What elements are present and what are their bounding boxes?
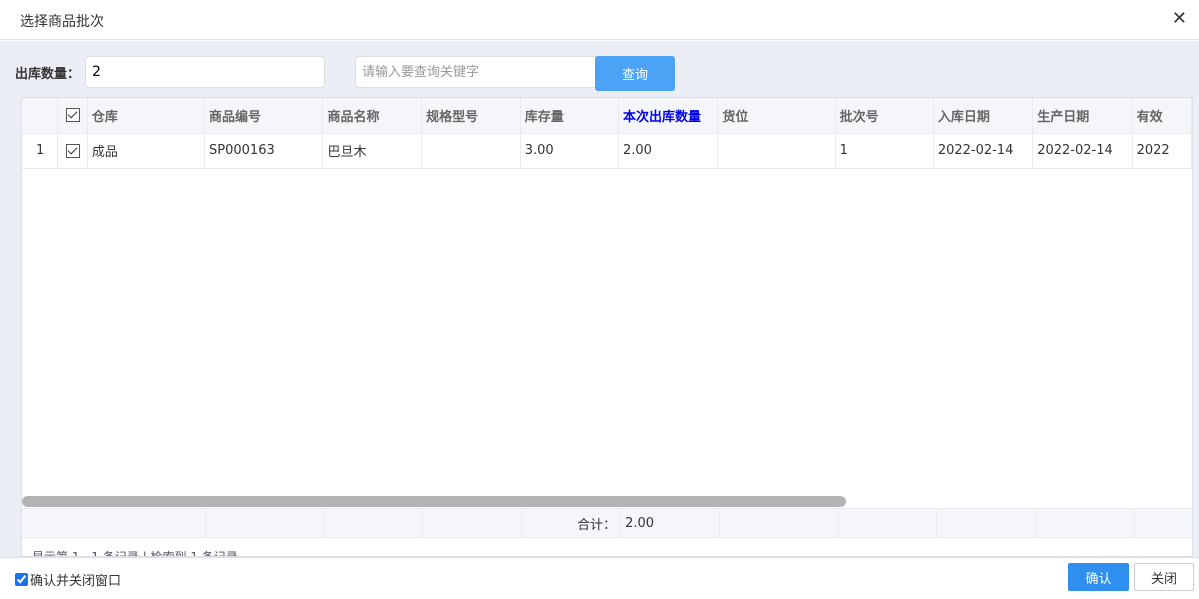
close-button[interactable]: 关闭 [1134,563,1194,591]
sum-value: 2.00 [620,509,721,538]
row-number: 1 [22,133,59,169]
rownum-header [22,98,59,134]
col-location[interactable]: 货位 [717,98,836,134]
cell-expiry: 2022 [1132,133,1192,169]
col-product-name[interactable]: 商品名称 [322,98,423,134]
cell-batch-no: 1 [835,133,934,169]
summary-row: 合计： 2.00 [22,508,1192,538]
cell-product-name: 巴旦木 [322,133,423,169]
row-checkbox[interactable] [57,133,88,169]
col-warehouse[interactable]: 仓库 [87,98,206,134]
header-row: 仓库 商品编号 商品名称 规格型号 库存量 本次出库数量 货位 批次号 入库日期… [22,98,1192,134]
col-production-date[interactable]: 生产日期 [1032,98,1133,134]
confirm-button[interactable]: 确认 [1068,563,1129,591]
query-button[interactable]: 查询 [595,56,675,91]
confirm-and-close-checkbox[interactable] [15,573,28,586]
outbound-qty-input[interactable] [85,56,325,88]
cell-product-code: SP000163 [204,133,324,169]
dialog-titlebar: 选择商品批次 ✕ [0,0,1199,40]
cell-outbound-qty[interactable]: 2.00 [618,133,719,169]
table-row[interactable]: 1 成品 SP000163 巴旦木 3.00 2.00 1 2022-02-14… [22,133,1192,169]
outbound-qty-label: 出库数量： [15,67,81,82]
col-inbound-date[interactable]: 入库日期 [933,98,1034,134]
select-all-checkbox[interactable] [57,98,88,134]
cell-inbound-date: 2022-02-14 [933,133,1034,169]
col-spec[interactable]: 规格型号 [421,98,521,134]
col-stock[interactable]: 库存量 [520,98,619,134]
col-expiry[interactable]: 有效 [1132,98,1192,134]
confirm-and-close-option[interactable]: 确认并关闭窗口 [15,570,121,589]
sum-label: 合计： [521,509,622,538]
cell-production-date: 2022-02-14 [1032,133,1133,169]
dialog-title: 选择商品批次 [20,14,104,30]
horizontal-scrollbar[interactable] [22,496,846,507]
cell-spec [421,133,521,169]
keyword-search-input[interactable] [355,56,597,88]
col-outbound-qty[interactable]: 本次出库数量 [618,98,719,134]
cell-stock: 3.00 [520,133,619,169]
cell-warehouse: 成品 [87,133,206,169]
pager-info: 显示第 1 - 1 条记录 | 检索到 1 条记录 [32,550,238,557]
dialog-footer: 确认并关闭窗口 确认 关闭 [0,557,1199,599]
close-icon[interactable]: ✕ [1172,8,1187,29]
col-product-code[interactable]: 商品编号 [204,98,324,134]
batch-grid: 仓库 商品编号 商品名称 规格型号 库存量 本次出库数量 货位 批次号 入库日期… [21,97,1193,557]
batch-table: 仓库 商品编号 商品名称 规格型号 库存量 本次出库数量 货位 批次号 入库日期… [22,98,1192,169]
confirm-and-close-label: 确认并关闭窗口 [30,574,122,589]
col-batch-no[interactable]: 批次号 [835,98,934,134]
dialog-body: 出库数量： 查询 仓库 商品编号 商品名称 规格型号 库存量 本次出库数量 货位… [0,41,1199,557]
cell-location [717,133,836,169]
